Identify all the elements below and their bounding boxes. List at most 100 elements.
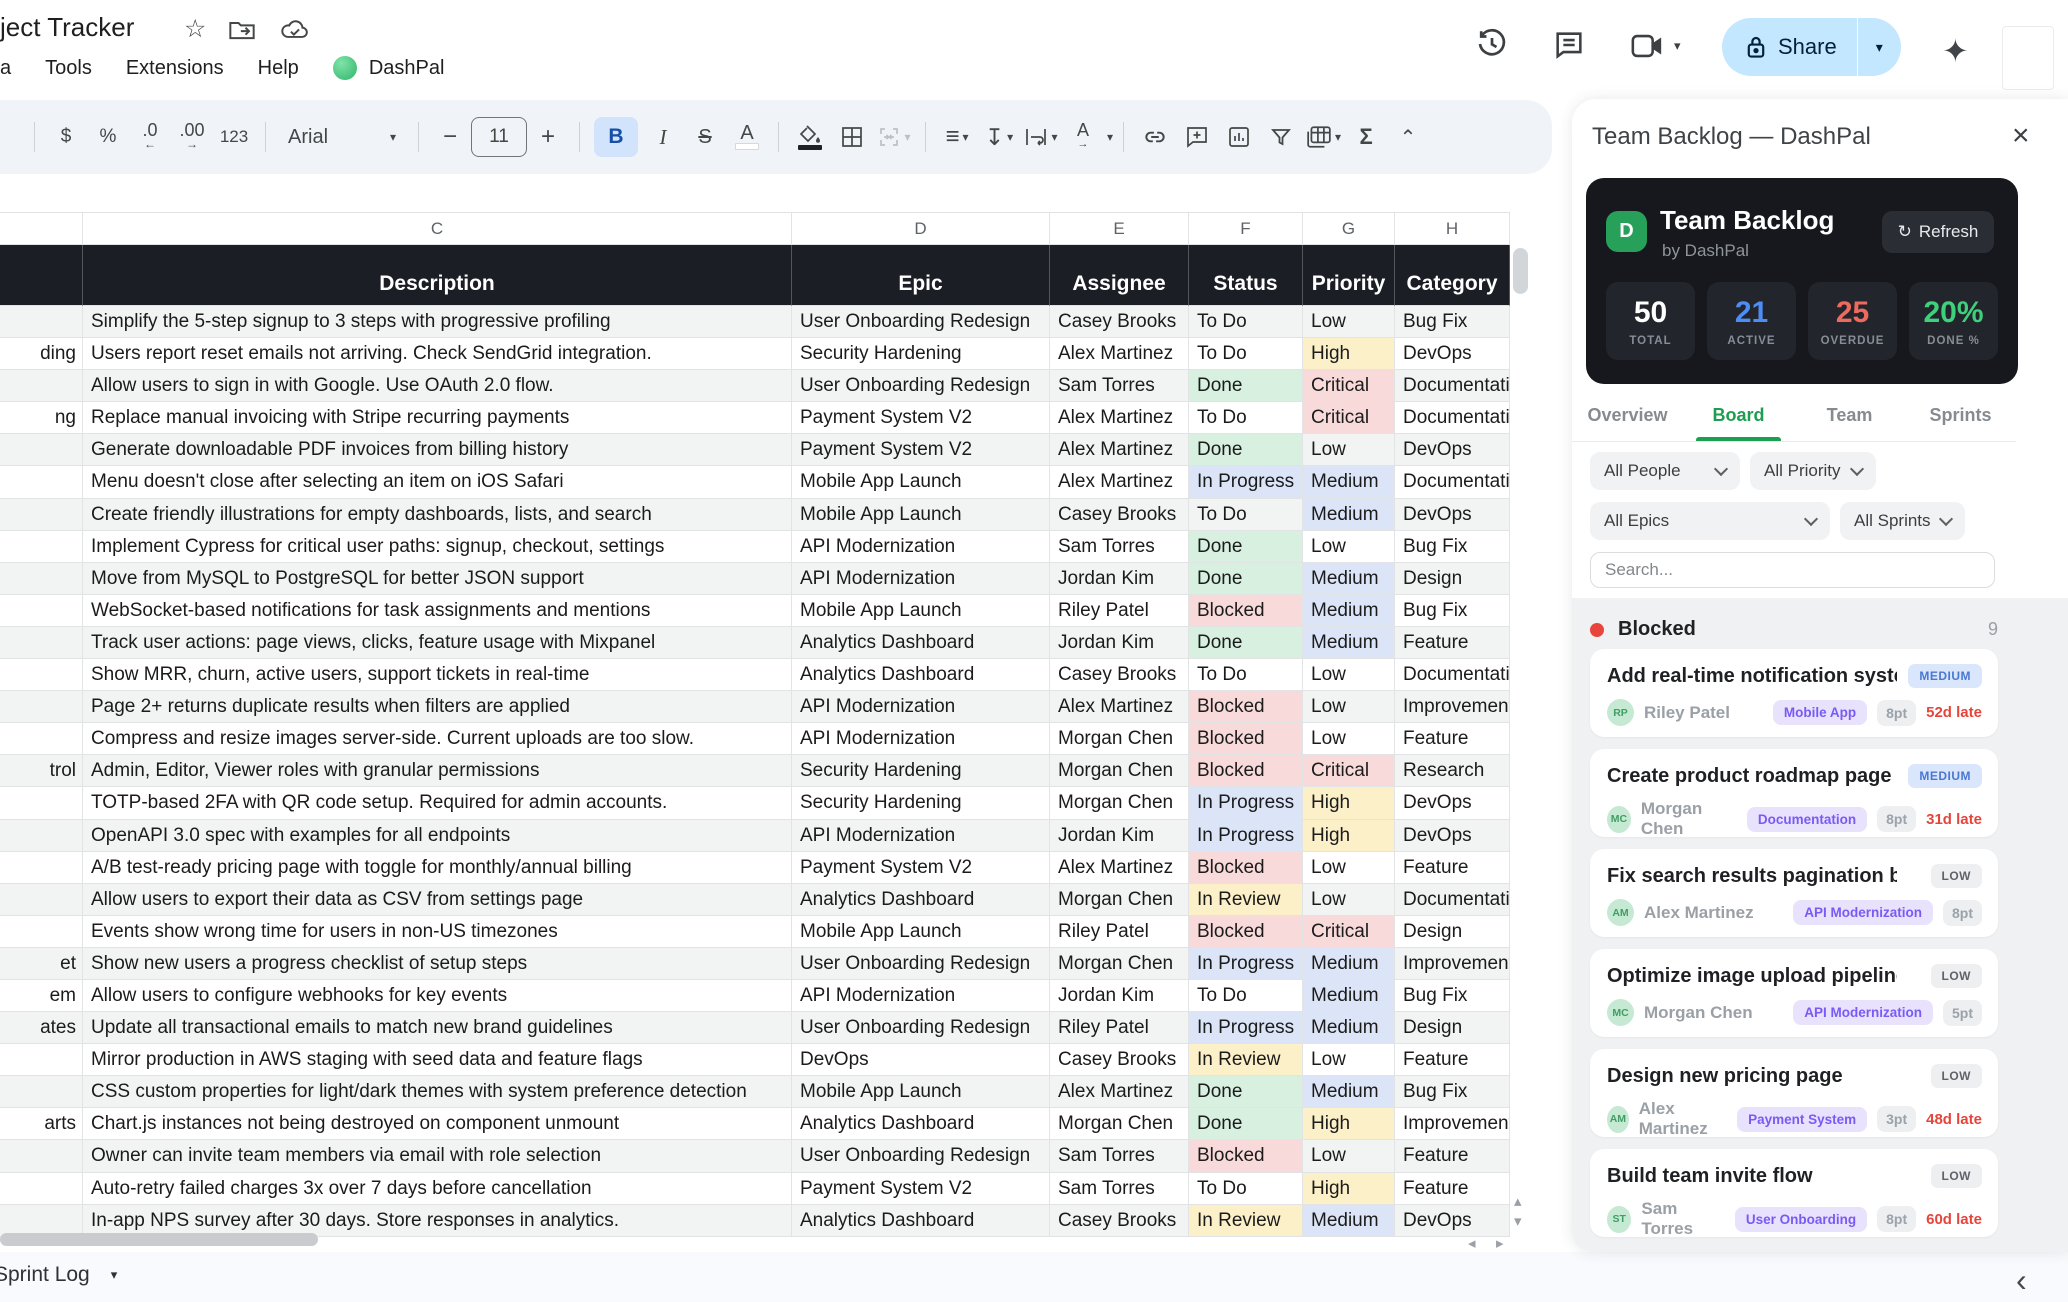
cell-assignee[interactable]: Morgan Chen bbox=[1050, 947, 1189, 980]
cell-priority[interactable]: High bbox=[1303, 819, 1395, 852]
cell-assignee[interactable]: Casey Brooks bbox=[1050, 306, 1189, 339]
cell-assignee[interactable]: Alex Martinez bbox=[1050, 434, 1189, 467]
cell-priority[interactable]: Medium bbox=[1303, 594, 1395, 627]
cell-priority[interactable]: Low bbox=[1303, 1044, 1395, 1077]
horizontal-align-button[interactable]: ≡ ▾ bbox=[940, 117, 974, 157]
cell-status[interactable]: Blocked bbox=[1189, 594, 1303, 627]
cell-title-fragment[interactable]: trol bbox=[0, 755, 83, 788]
cell-epic[interactable]: API Modernization bbox=[792, 979, 1050, 1013]
cell-assignee[interactable]: Morgan Chen bbox=[1050, 755, 1189, 788]
cell-title-fragment[interactable] bbox=[0, 562, 83, 595]
cell-description[interactable]: In-app NPS survey after 30 days. Store r… bbox=[83, 1204, 792, 1237]
cell-category[interactable]: Bug Fix bbox=[1395, 530, 1510, 563]
cell-category[interactable]: Documentation bbox=[1395, 402, 1510, 435]
cell-assignee[interactable]: Alex Martinez bbox=[1050, 466, 1189, 499]
cell-priority[interactable]: High bbox=[1303, 1172, 1395, 1205]
cell-status[interactable]: In Progress bbox=[1189, 787, 1303, 820]
filter-sprints-select[interactable]: All Sprints bbox=[1840, 502, 1965, 540]
cell-priority[interactable]: Critical bbox=[1303, 402, 1395, 435]
cell-status[interactable]: Blocked bbox=[1189, 691, 1303, 724]
cell-description[interactable]: Page 2+ returns duplicate results when f… bbox=[83, 691, 792, 724]
cell-epic[interactable]: User Onboarding Redesign bbox=[792, 306, 1050, 339]
cell-description[interactable]: Update all transactional emails to match… bbox=[83, 1012, 792, 1045]
cell-description[interactable]: Allow users to export their data as CSV … bbox=[83, 883, 792, 916]
cell-epic[interactable]: Payment System V2 bbox=[792, 434, 1050, 467]
sheet-tab-menu-caret-icon[interactable]: ▾ bbox=[111, 1267, 118, 1283]
cell-assignee[interactable]: Casey Brooks bbox=[1050, 1204, 1189, 1237]
cell-description[interactable]: Owner can invite team members via email … bbox=[83, 1140, 792, 1173]
insert-comment-button[interactable] bbox=[1180, 117, 1214, 157]
share-dropdown-caret-icon[interactable]: ▾ bbox=[1856, 18, 1901, 76]
column-letter[interactable]: G bbox=[1303, 212, 1395, 245]
header-cell-description[interactable]: Description bbox=[83, 245, 792, 306]
star-icon[interactable]: ☆ bbox=[184, 14, 206, 44]
cell-status[interactable]: In Progress bbox=[1189, 466, 1303, 499]
cell-priority[interactable]: Medium bbox=[1303, 979, 1395, 1013]
cell-epic[interactable]: Payment System V2 bbox=[792, 851, 1050, 884]
column-letter[interactable]: C bbox=[83, 212, 792, 245]
cell-priority[interactable]: Low bbox=[1303, 883, 1395, 916]
cell-description[interactable]: Move from MySQL to PostgreSQL for better… bbox=[83, 562, 792, 595]
cell-title-fragment[interactable] bbox=[0, 626, 83, 660]
cell-status[interactable]: Done bbox=[1189, 434, 1303, 467]
cell-epic[interactable]: API Modernization bbox=[792, 819, 1050, 852]
cell-status[interactable]: In Review bbox=[1189, 1044, 1303, 1077]
cell-status[interactable]: In Progress bbox=[1189, 947, 1303, 980]
cell-epic[interactable]: Mobile App Launch bbox=[792, 1076, 1050, 1109]
cell-category[interactable]: Feature bbox=[1395, 723, 1510, 756]
cell-title-fragment[interactable] bbox=[0, 594, 83, 627]
cell-description[interactable]: Track user actions: page views, clicks, … bbox=[83, 626, 792, 660]
meet-video-button[interactable]: ▾ bbox=[1630, 32, 1681, 60]
cell-title-fragment[interactable] bbox=[0, 306, 83, 339]
cell-description[interactable]: Mirror production in AWS staging with se… bbox=[83, 1044, 792, 1077]
cell-status[interactable]: In Progress bbox=[1189, 819, 1303, 852]
cell-epic[interactable]: API Modernization bbox=[792, 530, 1050, 563]
cell-title-fragment[interactable] bbox=[0, 1140, 83, 1173]
cell-title-fragment[interactable] bbox=[0, 466, 83, 499]
cell-epic[interactable]: Security Hardening bbox=[792, 338, 1050, 371]
cell-category[interactable]: Bug Fix bbox=[1395, 979, 1510, 1013]
cell-assignee[interactable]: Riley Patel bbox=[1050, 915, 1189, 948]
cell-epic[interactable]: User Onboarding Redesign bbox=[792, 370, 1050, 403]
cell-description[interactable]: Allow users to sign in with Google. Use … bbox=[83, 370, 792, 403]
task-card[interactable]: Add real-time notification system MEDIUM… bbox=[1590, 649, 1998, 737]
cell-title-fragment[interactable] bbox=[0, 723, 83, 756]
tab-board[interactable]: Board bbox=[1683, 390, 1794, 441]
task-card[interactable]: Fix search results pagination bug LOW AM… bbox=[1590, 849, 1998, 937]
avatar[interactable] bbox=[2002, 26, 2054, 90]
cell-assignee[interactable]: Morgan Chen bbox=[1050, 723, 1189, 756]
task-card[interactable]: Build team invite flow LOW ST Sam Torres… bbox=[1590, 1149, 1998, 1238]
cell-category[interactable]: DevOps bbox=[1395, 1204, 1510, 1237]
cell-priority[interactable]: Critical bbox=[1303, 755, 1395, 788]
cell-description[interactable]: Create friendly illustrations for empty … bbox=[83, 498, 792, 531]
cell-priority[interactable]: Medium bbox=[1303, 1076, 1395, 1109]
filter-priority-select[interactable]: All Priority bbox=[1750, 452, 1876, 490]
cell-priority[interactable]: Medium bbox=[1303, 498, 1395, 531]
cell-title-fragment[interactable]: ates bbox=[0, 1012, 83, 1045]
text-wrap-button[interactable]: ▾ bbox=[1024, 117, 1058, 157]
cell-title-fragment[interactable] bbox=[0, 787, 83, 820]
menu-item-help[interactable]: Help bbox=[258, 57, 299, 80]
cell-category[interactable]: Design bbox=[1395, 562, 1510, 595]
cell-status[interactable]: To Do bbox=[1189, 979, 1303, 1013]
cell-epic[interactable]: DevOps bbox=[792, 1044, 1050, 1077]
cell-priority[interactable]: Low bbox=[1303, 530, 1395, 563]
cell-title-fragment[interactable] bbox=[0, 1044, 83, 1077]
cell-priority[interactable]: Low bbox=[1303, 1140, 1395, 1173]
cell-priority[interactable]: Low bbox=[1303, 723, 1395, 756]
column-letter[interactable]: D bbox=[792, 212, 1050, 245]
cell-status[interactable]: Blocked bbox=[1189, 1140, 1303, 1173]
cell-description[interactable]: Events show wrong time for users in non-… bbox=[83, 915, 792, 948]
cell-priority[interactable]: Critical bbox=[1303, 370, 1395, 403]
cell-assignee[interactable]: Sam Torres bbox=[1050, 530, 1189, 563]
cell-description[interactable]: Show MRR, churn, active users, support t… bbox=[83, 659, 792, 692]
cell-category[interactable]: Documentation bbox=[1395, 659, 1510, 692]
cell-description[interactable]: Users report reset emails not arriving. … bbox=[83, 338, 792, 371]
cell-assignee[interactable]: Riley Patel bbox=[1050, 594, 1189, 627]
cell-priority[interactable]: Critical bbox=[1303, 915, 1395, 948]
cell-assignee[interactable]: Riley Patel bbox=[1050, 1012, 1189, 1045]
insert-link-button[interactable] bbox=[1138, 117, 1172, 157]
cell-title-fragment[interactable] bbox=[0, 659, 83, 692]
cell-description[interactable]: A/B test-ready pricing page with toggle … bbox=[83, 851, 792, 884]
scroll-down-arrow-icon[interactable]: ▾ bbox=[1514, 1212, 1522, 1230]
